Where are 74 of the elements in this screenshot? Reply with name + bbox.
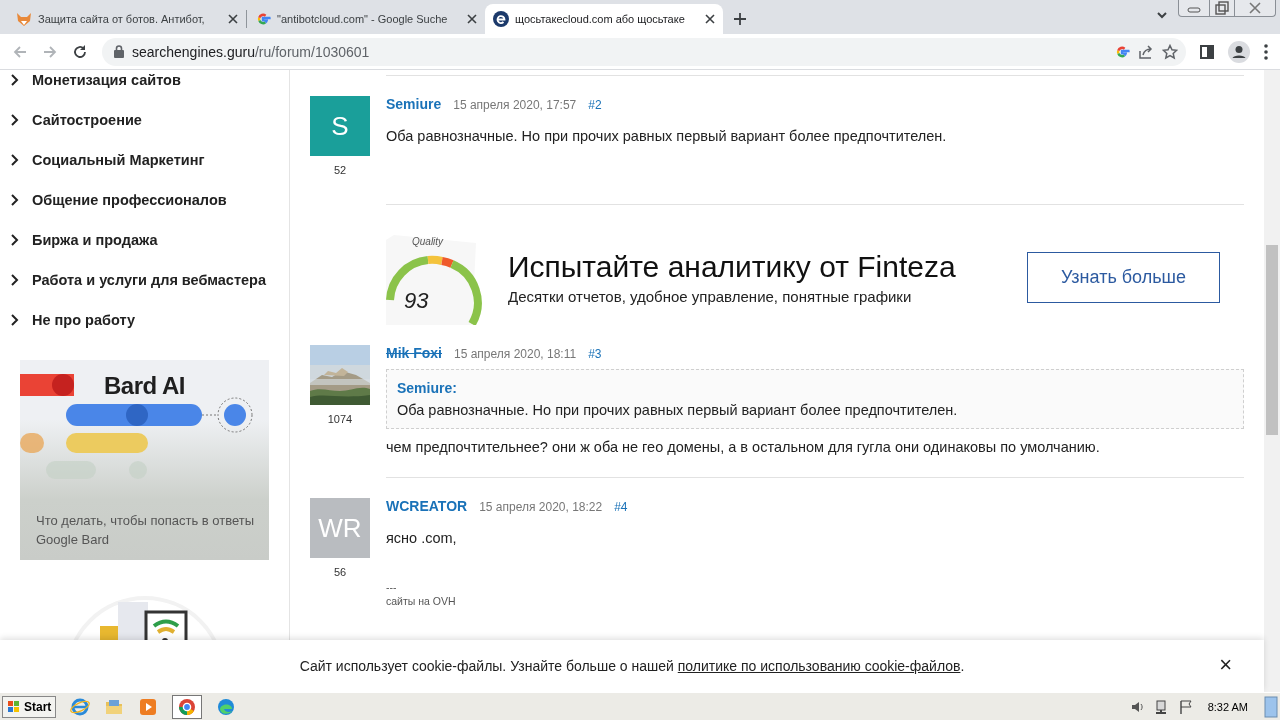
category-link[interactable]: Монетизация сайтов	[0, 70, 289, 100]
chevron-right-icon	[10, 274, 20, 286]
new-tab-icon[interactable]	[733, 12, 747, 26]
ad-subtitle: Десятки отчетов, удобное управление, понятные графики	[508, 287, 913, 305]
avatar: S	[310, 96, 370, 156]
category-link[interactable]: Общение профессионалов	[0, 180, 289, 220]
chevron-right-icon	[10, 114, 20, 126]
promo-title: Bard AI	[104, 372, 185, 400]
post-date: 15 апреля 2020, 18:11	[454, 347, 577, 361]
gauge-value: 93	[404, 287, 429, 314]
chevron-right-icon	[10, 154, 20, 166]
fox-icon	[16, 11, 32, 27]
chevron-right-icon	[10, 74, 20, 86]
category-link[interactable]: Социальный Маркетинг	[0, 140, 289, 180]
close-button[interactable]: ×	[1219, 654, 1232, 676]
windows-logo-icon	[7, 699, 21, 714]
browser-tab[interactable]: "antibotcloud.com" - Google Suche	[247, 4, 485, 34]
cookie-text: Сайт использует cookie-файлы. Узнайте больше о нашей политике по использованию cookie-файлов.	[299, 658, 965, 674]
profile-icon[interactable]	[1228, 40, 1250, 63]
google-icon	[255, 11, 271, 27]
signature-text: сайты на OVH	[386, 594, 457, 608]
category-link[interactable]: Не про работу	[0, 300, 289, 340]
post-count: 52	[333, 164, 347, 176]
url-text: searchengines.guru/ru/forum/1030601	[132, 43, 371, 60]
scrollbar[interactable]	[1264, 70, 1280, 692]
promo-banner[interactable]: Bard AI Что делать, чтобы попасть в ответы Google Bard	[20, 360, 269, 560]
author-link[interactable]: Mik Foxi	[386, 345, 442, 361]
chevron-right-icon	[10, 234, 20, 246]
quote-text: Оба равнозначные. Но при прочих равных первый вариант более предпочтителен.	[397, 402, 959, 418]
category-link[interactable]: Сайтостроение	[0, 100, 289, 140]
chevron-right-icon	[10, 314, 20, 326]
side-panel-icon[interactable]	[1200, 44, 1214, 59]
lock-icon	[114, 45, 124, 58]
media-player-icon[interactable]	[138, 696, 159, 717]
edge-icon[interactable]	[216, 696, 237, 717]
close-icon[interactable]	[705, 14, 715, 24]
reload-icon[interactable]	[72, 43, 88, 60]
author-link[interactable]: WCREATOR	[386, 498, 468, 514]
post-text: чем предпочтительнее? они ж оба не гео домены, а в остальном для гугла они одинаковы по умолчанию.	[386, 439, 1101, 455]
clock-text: 8:32 AM	[1207, 700, 1248, 713]
post-text: ясно .com,	[386, 530, 458, 546]
post-text: Оба равнозначные. Но при прочих равных первый вариант более предпочтителен.	[386, 128, 948, 144]
star-icon[interactable]	[1162, 43, 1178, 60]
category-link[interactable]: Работа и услуги для вебмастера	[0, 260, 289, 300]
address-bar[interactable]: searchengines.guru/ru/forum/1030601	[102, 37, 1186, 66]
close-icon[interactable]	[467, 14, 477, 24]
chevron-right-icon	[10, 194, 20, 206]
post-count: 56	[333, 566, 347, 578]
post-number-link[interactable]: #2	[588, 98, 602, 112]
close-icon[interactable]	[228, 14, 238, 24]
chevron-down-icon[interactable]	[1156, 10, 1168, 20]
browser-tab[interactable]: щосьтакеcloud.com або щосьтаке	[485, 4, 723, 34]
ad-title: Испытайте аналитику от Finteza	[508, 249, 957, 284]
category-link[interactable]: Биржа и продажа	[0, 220, 289, 260]
post-count: 1074	[327, 413, 353, 425]
learn-more-button[interactable]: Узнать больше	[1027, 251, 1220, 303]
ie-icon[interactable]	[70, 696, 91, 717]
post-number-link[interactable]: #4	[614, 500, 628, 514]
menu-icon[interactable]	[1264, 43, 1268, 60]
quote-author: Semiure:	[397, 380, 458, 396]
gauge-label: Quality	[412, 235, 444, 247]
flag-icon[interactable]	[1177, 698, 1194, 715]
signature-text: ---	[386, 580, 398, 594]
post-date: 15 апреля 2020, 18:22	[479, 500, 603, 514]
author-link[interactable]: Semiure	[386, 96, 442, 112]
start-button[interactable]: Start	[2, 695, 57, 718]
e-logo-icon	[493, 11, 509, 27]
post-date: 15 апреля 2020, 17:57	[453, 98, 577, 112]
browser-tab[interactable]: Защита сайта от ботов. Антибот,	[8, 4, 246, 34]
chrome-icon[interactable]	[172, 694, 203, 719]
promo-caption: Что делать, чтобы попасть в ответы Google Bard	[36, 512, 256, 549]
share-icon[interactable]	[1138, 43, 1154, 60]
post-number-link[interactable]: #3	[588, 347, 602, 361]
avatar: WR	[310, 498, 370, 558]
